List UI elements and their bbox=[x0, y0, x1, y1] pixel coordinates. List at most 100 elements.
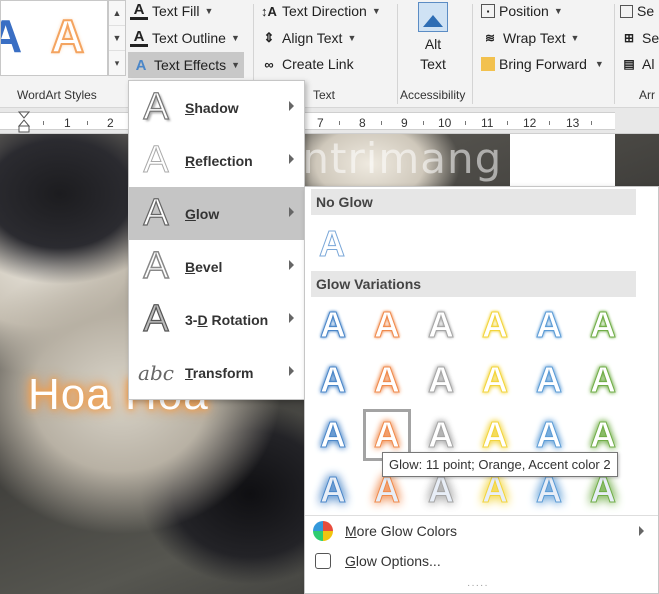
gallery-down-icon[interactable]: ▼ bbox=[109, 26, 125, 51]
alt-text-label-line1: Alt bbox=[424, 36, 442, 52]
gallery-more-icon[interactable]: ▾ bbox=[109, 51, 125, 76]
ruler-tick bbox=[423, 121, 424, 125]
more-glow-colors-item[interactable]: More Glow Colors bbox=[305, 516, 658, 546]
text-group-label: Text bbox=[313, 88, 336, 102]
ribbon: A A ▲ ▼ ▾ WordArt Styles A Text Fill ▼ A… bbox=[0, 0, 659, 108]
glow-option-8-point-accent-2[interactable]: A bbox=[363, 354, 411, 406]
resize-grip-icon[interactable]: ····· bbox=[467, 580, 489, 591]
ruler-number: 13 bbox=[566, 116, 580, 130]
chevron-down-icon: ▼ bbox=[230, 33, 240, 43]
glow-glyph: A bbox=[482, 414, 509, 456]
chevron-down-icon: ▼ bbox=[570, 33, 580, 43]
no-glow-option[interactable]: A bbox=[319, 223, 346, 265]
glow-option-5-point-accent-3[interactable]: A bbox=[417, 299, 465, 351]
group-objects-button[interactable]: ⊞ Se bbox=[620, 27, 659, 49]
menu-item-shadow[interactable]: A Shadow bbox=[129, 81, 304, 134]
menu-item-transform[interactable]: abc Transform bbox=[129, 346, 304, 399]
bring-forward-icon bbox=[481, 57, 495, 71]
glow-option-8-point-accent-3[interactable]: A bbox=[417, 354, 465, 406]
rotation-a-icon: A bbox=[143, 297, 170, 340]
align-objects-label: Al bbox=[642, 56, 655, 72]
bevel-a-icon: A bbox=[143, 244, 170, 288]
create-link-button[interactable]: ∞ Create Link bbox=[260, 53, 354, 75]
glow-glyph: A bbox=[536, 359, 563, 401]
glow-option-11-point-accent-1[interactable]: A bbox=[309, 409, 357, 461]
wordart-style-blue[interactable]: A bbox=[1, 9, 22, 63]
glow-glyph: A bbox=[320, 304, 347, 346]
glow-option-8-point-accent-4[interactable]: A bbox=[471, 354, 519, 406]
align-objects-button[interactable]: ▤ Al bbox=[620, 53, 654, 75]
chevron-down-icon: ▼ bbox=[553, 6, 563, 16]
alt-text-button[interactable]: Alt Text bbox=[403, 2, 463, 84]
glow-option-5-point-accent-4[interactable]: A bbox=[471, 299, 519, 351]
ruler-tick bbox=[381, 121, 382, 125]
alt-text-label-line2: Text bbox=[420, 56, 446, 72]
align-text-label: Align Text bbox=[282, 30, 343, 46]
transform-abc-icon: abc bbox=[138, 360, 174, 385]
text-direction-button[interactable]: ↕A Text Direction ▼ bbox=[260, 0, 381, 22]
indent-marker-icon[interactable] bbox=[18, 108, 30, 134]
menu-item-bevel[interactable]: A Bevel bbox=[129, 240, 304, 293]
text-fill-icon: A bbox=[130, 1, 148, 20]
glow-option-5-point-accent-1[interactable]: A bbox=[309, 299, 357, 351]
glow-submenu: No Glow A Glow Variations AAAAAAAAAAAAAA… bbox=[304, 186, 659, 594]
glow-glyph: A bbox=[320, 359, 347, 401]
glow-option-8-point-accent-6[interactable]: A bbox=[579, 354, 627, 406]
menu-item-3d-rotation[interactable]: A 3-D Rotation bbox=[129, 293, 304, 346]
text-outline-label: Text Outline bbox=[152, 30, 226, 46]
ruler-track: 1 2 7 8 9 10 11 12 13 bbox=[0, 112, 615, 130]
wrap-text-icon: ≋ bbox=[484, 31, 496, 45]
wrap-text-button[interactable]: ≋ Wrap Text ▼ bbox=[481, 27, 579, 49]
align-text-icon: ⇕ bbox=[263, 30, 275, 45]
chevron-down-icon: ▼ bbox=[347, 33, 357, 43]
submenu-arrow-icon bbox=[289, 366, 294, 376]
text-effects-button[interactable]: A Text Effects ▼ bbox=[128, 52, 245, 78]
glow-glyph: A bbox=[428, 359, 455, 401]
menu-item-label: Transform bbox=[185, 364, 254, 381]
ruler-tick bbox=[591, 121, 592, 125]
ruler-number: 8 bbox=[359, 116, 366, 130]
bring-forward-button[interactable]: Bring Forward ▼ bbox=[481, 53, 604, 75]
text-direction-icon: ↕A bbox=[261, 3, 277, 19]
position-button[interactable]: ▪ Position ▼ bbox=[481, 0, 563, 22]
selection-pane-button[interactable]: Se bbox=[620, 0, 654, 22]
align-text-button[interactable]: ⇕ Align Text ▼ bbox=[260, 27, 357, 49]
wordart-style-gallery[interactable]: A A bbox=[0, 0, 108, 76]
horizontal-ruler[interactable]: 1 2 7 8 9 10 11 12 13 bbox=[0, 108, 659, 134]
text-direction-label: Text Direction bbox=[282, 3, 367, 19]
glow-option-5-point-accent-5[interactable]: A bbox=[525, 299, 573, 351]
ruler-number: 12 bbox=[523, 116, 537, 130]
wordart-style-orange[interactable]: A bbox=[50, 9, 85, 63]
text-effects-label: Text Effects bbox=[154, 57, 227, 73]
glow-variations-grid: AAAAAAAAAAAAAAAAAAAAAAAA bbox=[305, 297, 658, 521]
glow-option-5-point-accent-2[interactable]: A bbox=[363, 299, 411, 351]
glow-options-item[interactable]: Glow Options... bbox=[305, 546, 658, 576]
no-glow-header: No Glow bbox=[311, 189, 636, 215]
menu-item-glow[interactable]: A Glow bbox=[129, 187, 304, 240]
glow-option-8-point-accent-1[interactable]: A bbox=[309, 354, 357, 406]
glow-variations-header: Glow Variations bbox=[311, 271, 636, 297]
wordart-styles-group-label: WordArt Styles bbox=[17, 88, 97, 102]
link-icon: ∞ bbox=[264, 56, 274, 72]
ruler-tick bbox=[465, 121, 466, 125]
gallery-up-icon[interactable]: ▲ bbox=[109, 1, 125, 26]
menu-item-reflection[interactable]: A Reflection bbox=[129, 134, 304, 187]
chevron-down-icon: ▼ bbox=[231, 60, 241, 70]
ruler-tick bbox=[87, 121, 88, 125]
document-page-area bbox=[510, 134, 615, 194]
text-outline-button[interactable]: A Text Outline ▼ bbox=[130, 27, 240, 49]
glow-glyph: A bbox=[590, 414, 617, 456]
ruler-number: 10 bbox=[438, 116, 452, 130]
glow-glyph: A bbox=[320, 469, 347, 511]
text-effects-icon: A bbox=[135, 56, 147, 74]
menu-item-label: 3-D Rotation bbox=[185, 311, 269, 328]
group-objects-icon: ⊞ bbox=[623, 31, 635, 45]
wordart-gallery-scroll[interactable]: ▲ ▼ ▾ bbox=[108, 0, 126, 76]
text-fill-button[interactable]: A Text Fill ▼ bbox=[130, 0, 213, 22]
glow-option-8-point-accent-5[interactable]: A bbox=[525, 354, 573, 406]
chevron-down-icon: ▼ bbox=[371, 6, 381, 16]
glow-option-5-point-accent-6[interactable]: A bbox=[579, 299, 627, 351]
create-link-label: Create Link bbox=[282, 56, 354, 72]
glow-option-18-point-accent-1[interactable]: A bbox=[309, 464, 357, 516]
menu-item-label: Shadow bbox=[185, 99, 239, 116]
